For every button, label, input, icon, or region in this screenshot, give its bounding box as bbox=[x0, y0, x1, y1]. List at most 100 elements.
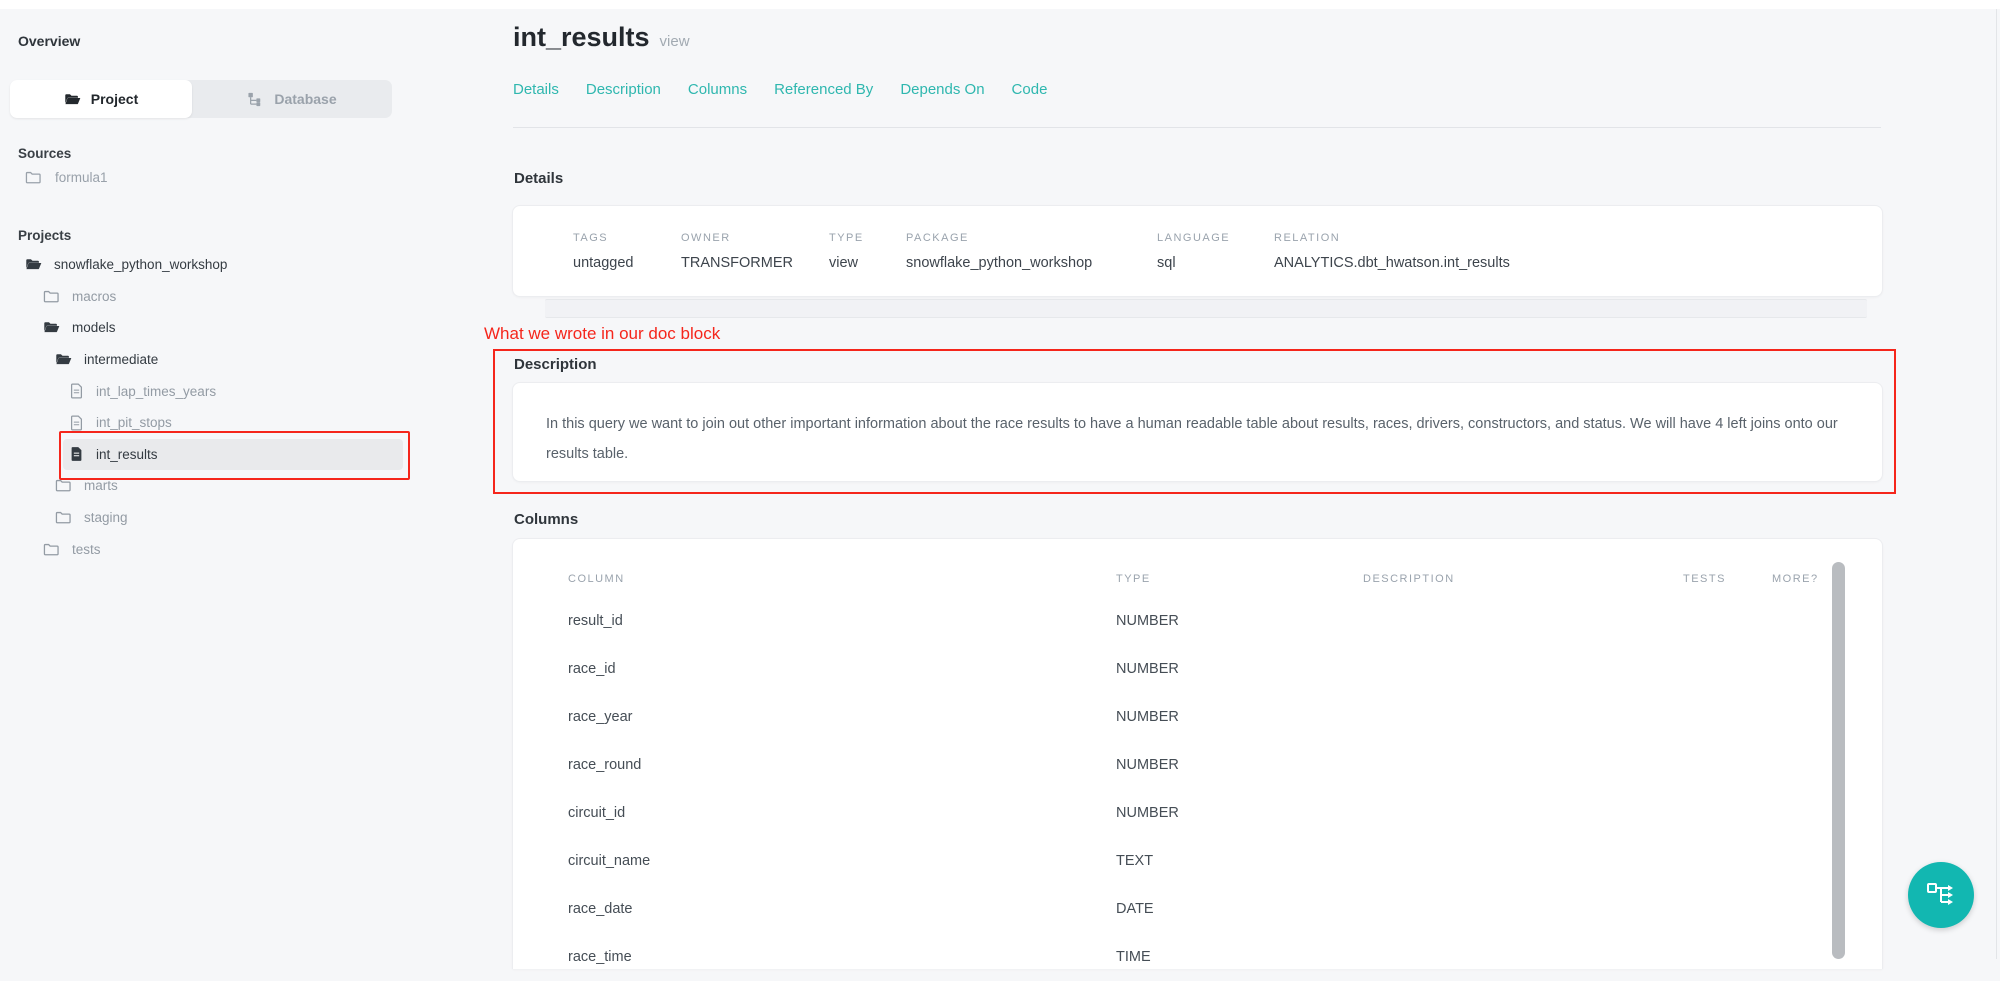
tree-item-int-pit-stops[interactable]: int_pit_stops bbox=[0, 407, 475, 439]
tree-item-models[interactable]: models bbox=[0, 312, 449, 344]
tree-item-int-results-selected[interactable]: int_results bbox=[63, 439, 403, 471]
folder-icon bbox=[55, 510, 72, 525]
meta-value: untagged bbox=[573, 255, 681, 271]
column-type: NUMBER bbox=[1116, 757, 1363, 773]
columns-table-body: result_id NUMBER race_id NUMBER race_yea… bbox=[568, 597, 1882, 981]
table-row-race-year[interactable]: race_year NUMBER bbox=[568, 693, 1882, 741]
lineage-graph-button[interactable] bbox=[1908, 862, 1974, 928]
description-card: In this query we want to join out other … bbox=[512, 382, 1883, 482]
table-row-circuit-name[interactable]: circuit_name TEXT bbox=[568, 837, 1882, 885]
source-item-formula1[interactable]: formula1 bbox=[25, 170, 108, 185]
tree-item-snowflake-python-workshop[interactable]: snowflake_python_workshop bbox=[0, 249, 431, 281]
tree-item-label: int_pit_stops bbox=[96, 415, 172, 430]
tree-item-tests[interactable]: tests bbox=[0, 533, 449, 565]
tree-item-int-lap-times-years[interactable]: int_lap_times_years bbox=[0, 375, 475, 407]
table-row-race-id[interactable]: race_id NUMBER bbox=[568, 645, 1882, 693]
column-name: race_year bbox=[568, 709, 1116, 725]
tab-code[interactable]: Code bbox=[1012, 81, 1048, 98]
tab-depends-on[interactable]: Depends On bbox=[900, 81, 984, 98]
tree-item-label: int_results bbox=[96, 447, 158, 462]
meta-value: ANALYTICS.dbt_hwatson.int_results bbox=[1274, 255, 1882, 271]
tree-item-macros[interactable]: macros bbox=[0, 281, 449, 313]
meta-tags: TAGS untagged bbox=[573, 232, 681, 271]
tree-item-label: intermediate bbox=[84, 352, 158, 367]
tab-description[interactable]: Description bbox=[586, 81, 661, 98]
file-icon bbox=[69, 415, 84, 431]
toggle-project-label: Project bbox=[91, 91, 138, 107]
column-header-type: TYPE bbox=[1116, 573, 1363, 585]
meta-label: PACKAGE bbox=[906, 232, 1157, 244]
table-row-circuit-id[interactable]: circuit_id NUMBER bbox=[568, 789, 1882, 837]
column-header-more: MORE? bbox=[1772, 573, 1882, 585]
columns-card: COLUMN TYPE DESCRIPTION TESTS MORE? resu… bbox=[512, 538, 1883, 969]
folder-open-icon bbox=[64, 92, 81, 107]
details-card: TAGS untagged OWNER TRANSFORMER TYPE vie… bbox=[512, 205, 1883, 297]
annotation-text: What we wrote in our doc block bbox=[484, 324, 720, 344]
details-horizontal-scrollbar[interactable] bbox=[545, 299, 1867, 318]
tree-item-label: macros bbox=[72, 289, 116, 304]
toggle-project[interactable]: Project bbox=[10, 80, 192, 118]
model-type-subtitle: view bbox=[660, 33, 690, 50]
column-type: NUMBER bbox=[1116, 613, 1363, 629]
sources-heading: Sources bbox=[18, 146, 71, 161]
details-meta-row: TAGS untagged OWNER TRANSFORMER TYPE vie… bbox=[513, 206, 1882, 271]
tab-bar: Details Description Columns Referenced B… bbox=[513, 81, 1047, 98]
projects-heading: Projects bbox=[18, 228, 71, 243]
columns-table-header: COLUMN TYPE DESCRIPTION TESTS MORE? bbox=[568, 573, 1882, 585]
folder-icon bbox=[25, 170, 42, 185]
meta-label: TYPE bbox=[829, 232, 906, 244]
tree-item-intermediate[interactable]: intermediate bbox=[0, 344, 461, 376]
tab-columns[interactable]: Columns bbox=[688, 81, 747, 98]
meta-label: RELATION bbox=[1274, 232, 1882, 244]
tree-item-label: marts bbox=[84, 478, 118, 493]
folder-icon bbox=[43, 289, 60, 304]
column-header-tests: TESTS bbox=[1683, 573, 1772, 585]
file-icon bbox=[69, 383, 84, 399]
column-name: race_id bbox=[568, 661, 1116, 677]
meta-label: OWNER bbox=[681, 232, 829, 244]
column-type: NUMBER bbox=[1116, 805, 1363, 821]
column-type: TEXT bbox=[1116, 853, 1363, 869]
tree-hierarchy-icon bbox=[247, 92, 264, 107]
tree-item-marts[interactable]: marts bbox=[0, 470, 461, 502]
folder-icon bbox=[55, 478, 72, 493]
tree-item-label: models bbox=[72, 320, 116, 335]
meta-label: TAGS bbox=[573, 232, 681, 244]
overview-heading: Overview bbox=[18, 33, 80, 49]
meta-language: LANGUAGE sql bbox=[1157, 232, 1274, 271]
meta-value: view bbox=[829, 255, 906, 271]
table-row-race-date[interactable]: race_date DATE bbox=[568, 885, 1882, 933]
table-row-result-id[interactable]: result_id NUMBER bbox=[568, 597, 1882, 645]
toggle-database[interactable]: Database bbox=[192, 80, 392, 118]
lineage-graph-icon bbox=[1926, 882, 1956, 908]
column-type: NUMBER bbox=[1116, 709, 1363, 725]
tab-referenced-by[interactable]: Referenced By bbox=[774, 81, 873, 98]
tree-item-staging[interactable]: staging bbox=[0, 502, 461, 534]
page-right-divider bbox=[1996, 9, 1997, 959]
column-name: race_date bbox=[568, 901, 1116, 917]
folder-open-icon bbox=[25, 257, 42, 272]
details-section-heading: Details bbox=[514, 170, 563, 187]
folder-open-icon bbox=[55, 352, 72, 367]
meta-package: PACKAGE snowflake_python_workshop bbox=[906, 232, 1157, 271]
table-row-race-time[interactable]: race_time TIME bbox=[568, 933, 1882, 981]
top-strip bbox=[0, 0, 2000, 9]
column-type: TIME bbox=[1116, 949, 1363, 965]
tree-item-label: int_lap_times_years bbox=[96, 384, 216, 399]
column-header-description: DESCRIPTION bbox=[1363, 573, 1683, 585]
tab-details[interactable]: Details bbox=[513, 81, 559, 98]
file-solid-icon bbox=[69, 446, 84, 462]
table-row-race-round[interactable]: race_round NUMBER bbox=[568, 741, 1882, 789]
project-database-toggle: Project Database bbox=[10, 80, 392, 118]
meta-relation: RELATION ANALYTICS.dbt_hwatson.int_resul… bbox=[1274, 232, 1882, 271]
header-divider bbox=[513, 127, 1881, 128]
meta-value: sql bbox=[1157, 255, 1274, 271]
column-type: NUMBER bbox=[1116, 661, 1363, 677]
column-name: race_time bbox=[568, 949, 1116, 965]
column-type: DATE bbox=[1116, 901, 1363, 917]
meta-label: LANGUAGE bbox=[1157, 232, 1274, 244]
columns-vertical-scrollbar[interactable] bbox=[1832, 562, 1845, 959]
page-title: int_resultsview bbox=[513, 22, 690, 53]
tree-item-label: snowflake_python_workshop bbox=[54, 257, 227, 272]
column-name: circuit_name bbox=[568, 853, 1116, 869]
